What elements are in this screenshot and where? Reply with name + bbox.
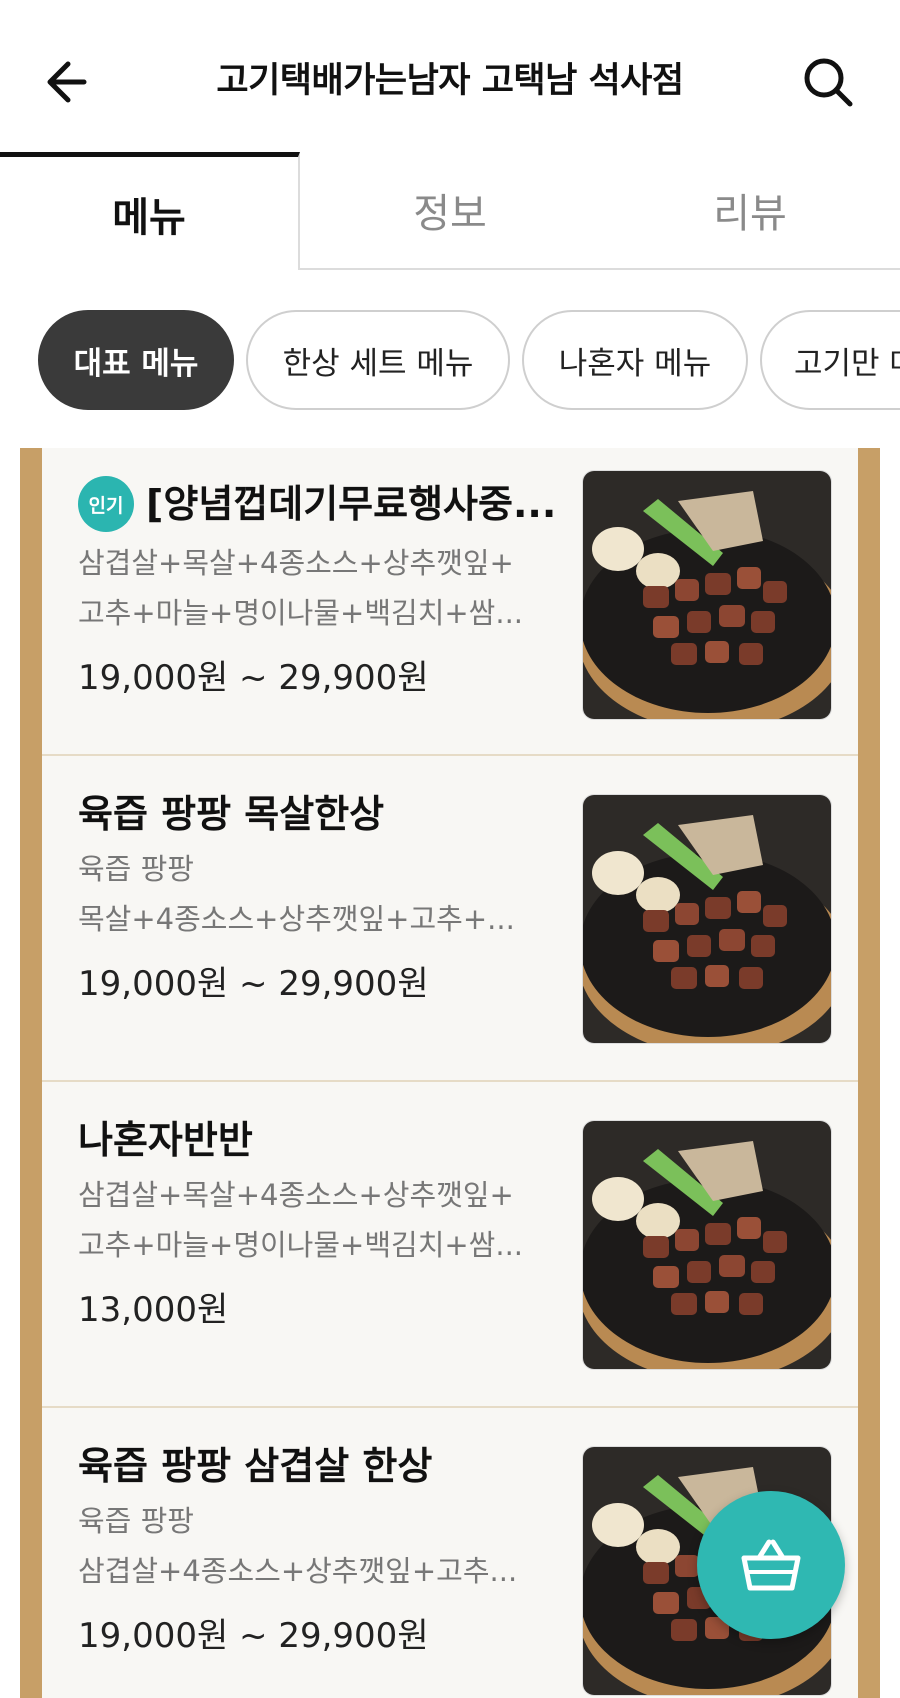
tab-review[interactable]: 리뷰	[600, 152, 900, 268]
name-row: 인기 [양념껍데기무료행사중...	[78, 476, 558, 532]
menu-item-photo	[582, 1120, 832, 1370]
menu-item-description: 삼겹살+목살+4종소스+상추깻잎+	[78, 1178, 514, 1212]
menu-item-subtitle: 육즙 팡팡	[78, 852, 194, 886]
menu-item-photo	[582, 794, 832, 1044]
food-photo-icon	[583, 795, 831, 1043]
menu-item-price: 13,000원	[78, 1290, 229, 1330]
header: 고기택배가는남자 고택남 석사점	[0, 0, 900, 152]
basket-icon	[741, 1539, 801, 1591]
menu-item-description: 고추+마늘+명이나물+백김치+쌈...	[78, 1228, 524, 1262]
menu-item-name: 육즙 팡팡 목살한상	[78, 792, 385, 836]
menu-item-name: 육즙 팡팡 삼겹살 한상	[78, 1444, 433, 1488]
menu-item-price: 19,000원 ~ 29,900원	[78, 1616, 429, 1656]
search-icon	[804, 58, 853, 107]
category-chips: 대표 메뉴 한상 세트 메뉴 나혼자 메뉴 고기만 메	[0, 290, 900, 430]
menu-item-text: 육즙 팡팡 목살한상 육즙 팡팡 목살+4종소스+상추깻잎+고추+... 19,…	[78, 788, 558, 1010]
menu-item-description: 목살+4종소스+상추깻잎+고추+...	[78, 902, 515, 936]
menu-item[interactable]: 육즙 팡팡 목살한상 육즙 팡팡 목살+4종소스+상추깻잎+고추+... 19,…	[42, 756, 858, 1082]
menu-item-text: 육즙 팡팡 삼겹살 한상 육즙 팡팡 삼겹살+4종소스+상추깻잎+고추... 1…	[78, 1440, 558, 1662]
tab-info[interactable]: 정보	[300, 152, 600, 268]
menu-item-text: 나혼자반반 삼겹살+목살+4종소스+상추깻잎+ 고추+마늘+명이나물+백김치+쌈…	[78, 1114, 558, 1336]
chip-solo-menu[interactable]: 나혼자 메뉴	[522, 310, 748, 410]
menu-item-description: 삼겹살+목살+4종소스+상추깻잎+	[78, 546, 514, 580]
menu-item[interactable]: 나혼자반반 삼겹살+목살+4종소스+상추깻잎+ 고추+마늘+명이나물+백김치+쌈…	[42, 1082, 858, 1408]
food-photo-icon	[583, 471, 831, 719]
cart-button[interactable]	[697, 1491, 845, 1639]
menu-item-price: 19,000원 ~ 29,900원	[78, 964, 429, 1004]
tab-bar: 메뉴 정보 리뷰	[0, 152, 900, 270]
menu-item-description: 고추+마늘+명이나물+백김치+쌈...	[78, 596, 524, 630]
menu-item-subtitle: 육즙 팡팡	[78, 1504, 194, 1538]
menu-item-name: 나혼자반반	[78, 1118, 253, 1162]
tab-menu[interactable]: 메뉴	[0, 152, 300, 270]
chip-meat-only-menu[interactable]: 고기만 메	[760, 310, 900, 410]
menu-item-name: [양념껍데기무료행사중...	[146, 482, 557, 526]
menu-item[interactable]: 인기 [양념껍데기무료행사중... 삼겹살+목살+4종소스+상추깻잎+ 고추+마…	[42, 448, 858, 756]
menu-item-photo	[582, 470, 832, 720]
menu-item-description: 삼겹살+4종소스+상추깻잎+고추...	[78, 1554, 518, 1588]
back-button[interactable]	[40, 52, 100, 112]
menu-item-price: 19,000원 ~ 29,900원	[78, 658, 429, 698]
store-title: 고기택배가는남자 고택남 석사점	[216, 61, 684, 101]
search-button[interactable]	[798, 52, 860, 114]
popular-badge: 인기	[78, 476, 134, 532]
chip-set-menu[interactable]: 한상 세트 메뉴	[246, 310, 510, 410]
arrow-left-icon	[47, 61, 87, 103]
food-photo-icon	[583, 1121, 831, 1369]
menu-item-text: 인기 [양념껍데기무료행사중... 삼겹살+목살+4종소스+상추깻잎+ 고추+마…	[78, 476, 558, 704]
chip-signature-menu[interactable]: 대표 메뉴	[38, 310, 234, 410]
